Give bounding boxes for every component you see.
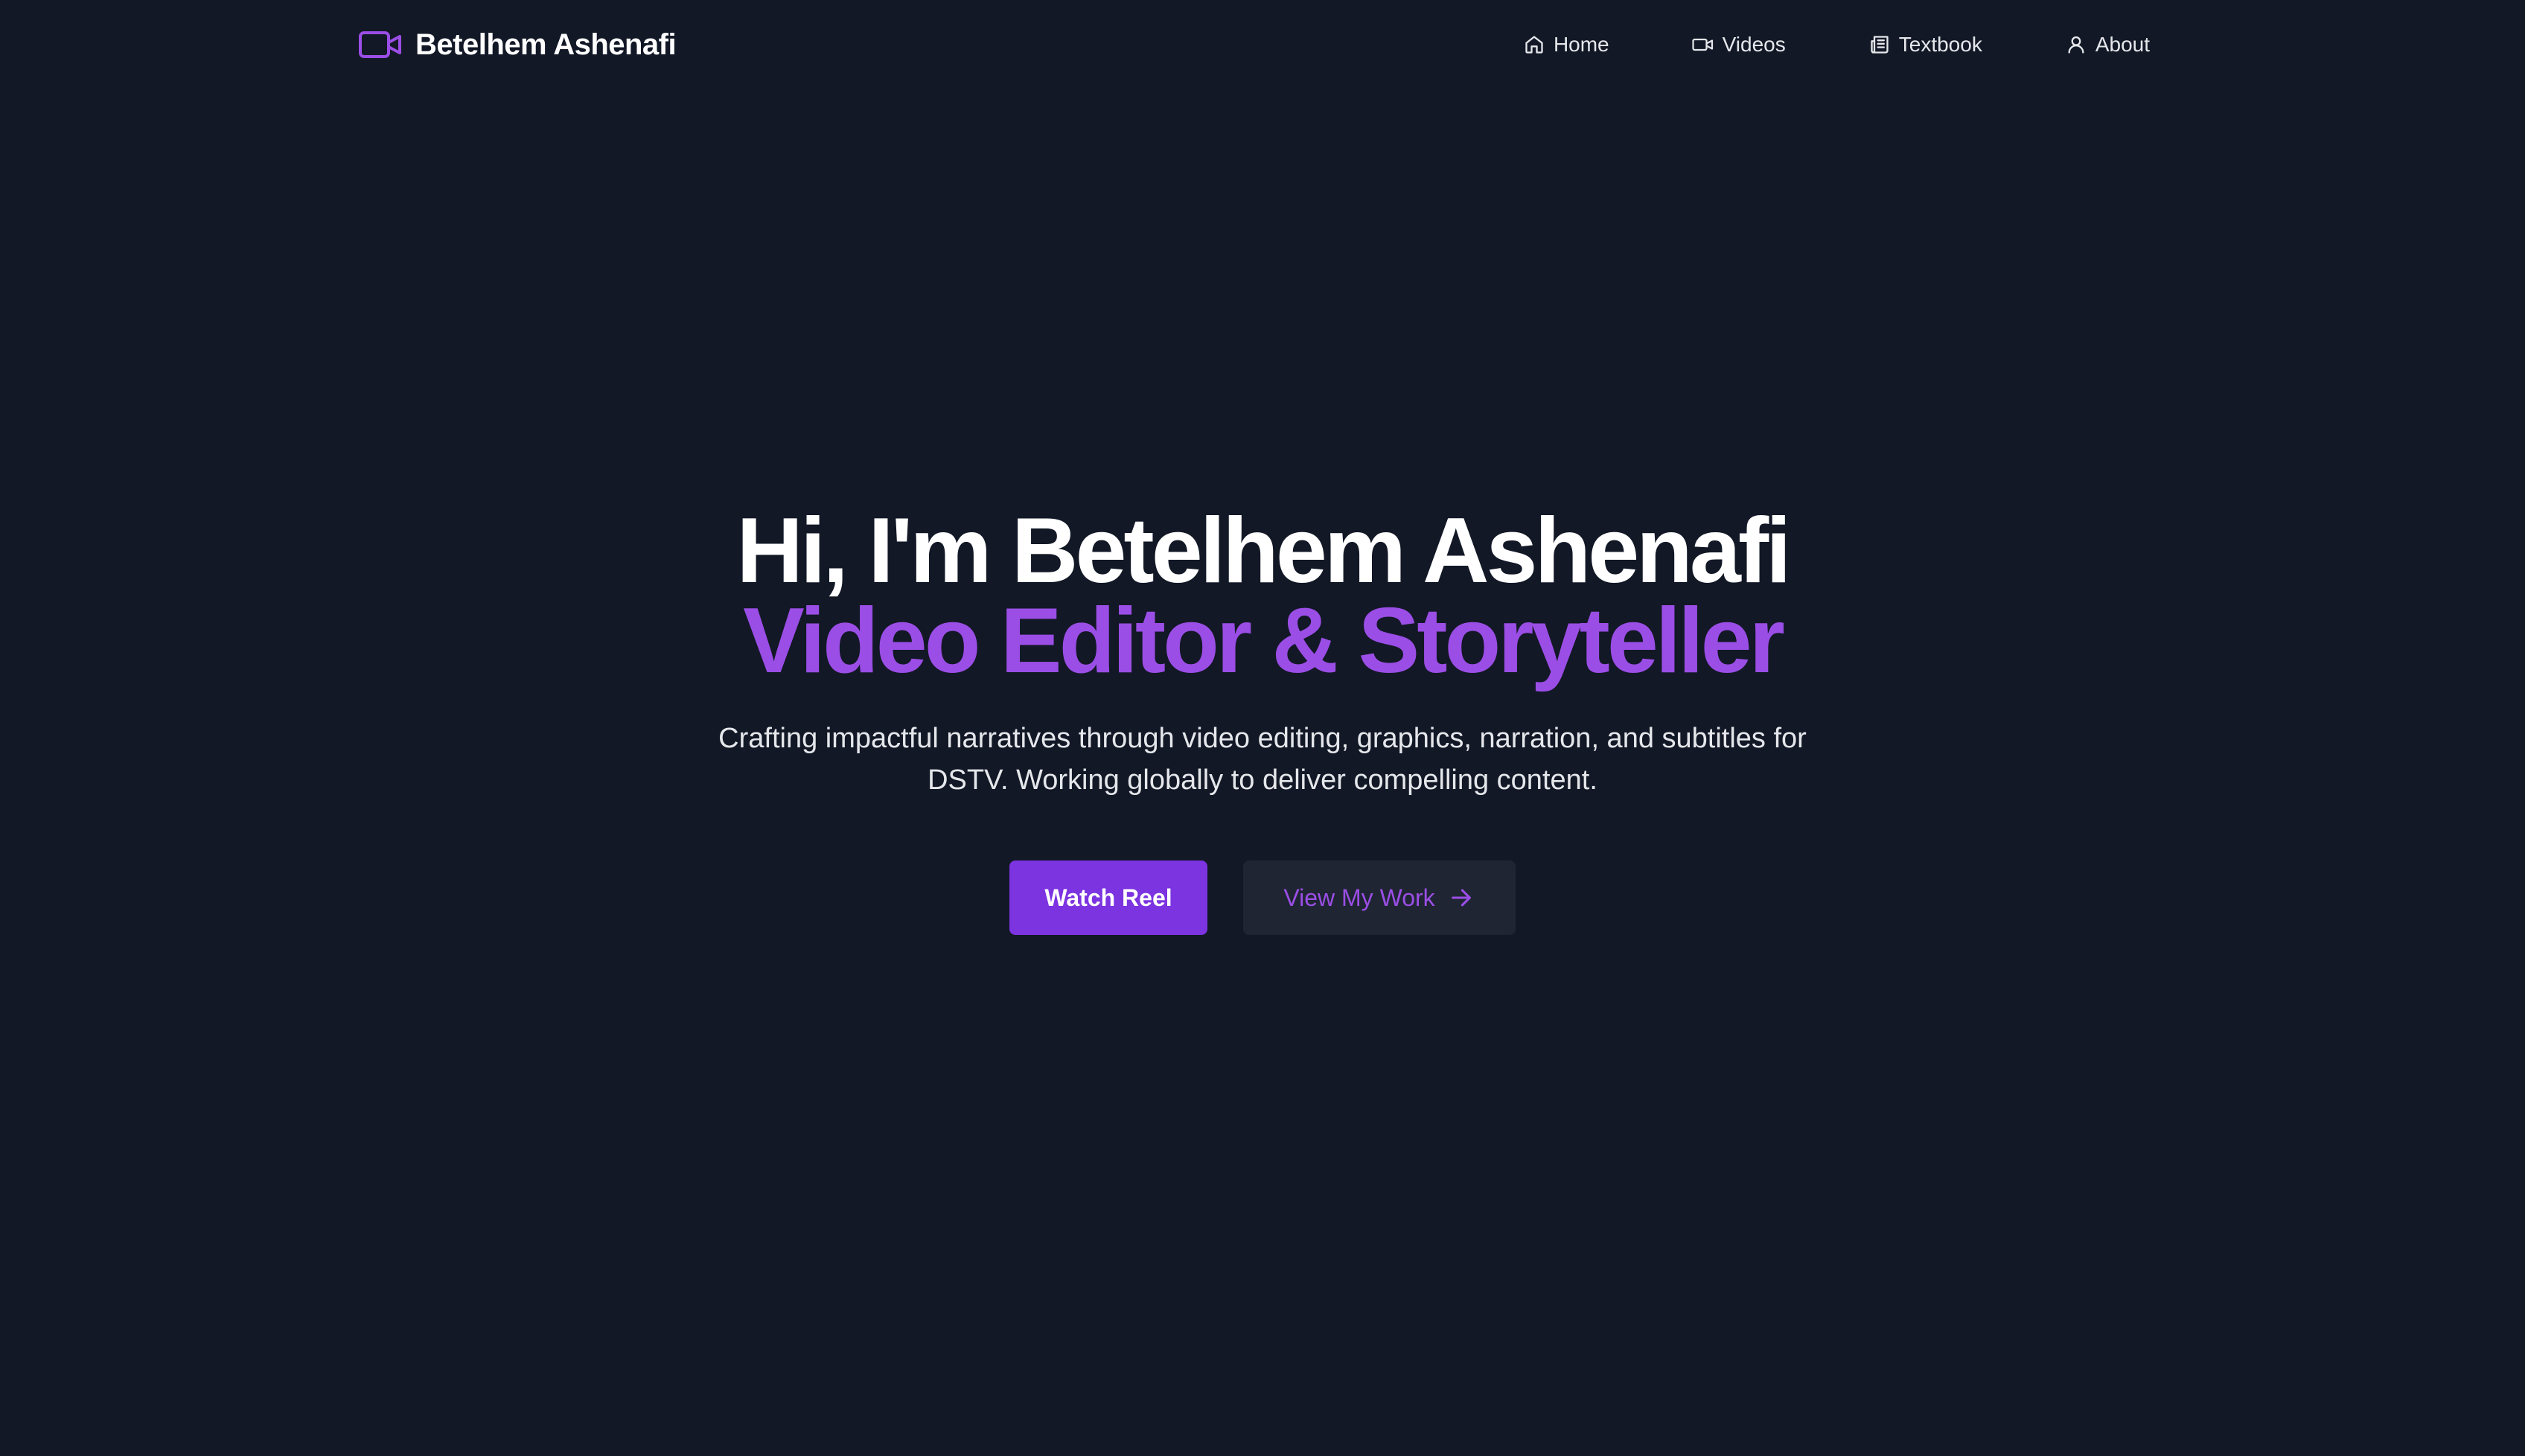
nav-item-home[interactable]: Home xyxy=(1522,33,1609,57)
newspaper-icon xyxy=(1868,33,1892,57)
video-icon xyxy=(1691,33,1715,57)
nav-item-label: Videos xyxy=(1722,33,1786,56)
nav-item-about[interactable]: About xyxy=(2064,33,2150,57)
main-nav: Home Videos Textbook About xyxy=(1522,22,2150,67)
nav-item-label: Textbook xyxy=(1898,33,1982,56)
nav-item-label: About xyxy=(2095,33,2150,56)
page: Betelhem Ashenafi Home Videos Textbook A… xyxy=(0,0,2525,1456)
user-icon xyxy=(2064,33,2088,57)
hero-actions: Watch Reel View My Work xyxy=(0,860,2525,935)
nav-item-label: Home xyxy=(1553,33,1609,56)
home-icon xyxy=(1522,33,1546,57)
hero-description: Crafting impactful narratives through vi… xyxy=(718,723,1807,796)
watch-reel-label: Watch Reel xyxy=(1044,884,1172,911)
navbar: Betelhem Ashenafi Home Videos Textbook A… xyxy=(0,0,2525,89)
view-my-work-label: View My Work xyxy=(1283,884,1435,911)
nav-item-videos[interactable]: Videos xyxy=(1691,33,1786,57)
brand-link[interactable]: Betelhem Ashenafi xyxy=(357,22,677,68)
nav-item-textbook[interactable]: Textbook xyxy=(1868,33,1982,57)
hero-subtitle: Video Editor & Storyteller xyxy=(743,590,1785,692)
watch-reel-button[interactable]: Watch Reel xyxy=(1009,860,1207,935)
arrow-right-icon xyxy=(1449,884,1475,911)
view-my-work-button[interactable]: View My Work xyxy=(1243,860,1516,935)
brand-name: Betelhem Ashenafi xyxy=(415,28,677,61)
hero-section: Hi, I'm Betelhem Ashenafi Video Editor &… xyxy=(0,499,2525,935)
video-camera-icon xyxy=(357,22,403,68)
hero-title: Hi, I'm Betelhem Ashenafi xyxy=(736,499,1791,602)
